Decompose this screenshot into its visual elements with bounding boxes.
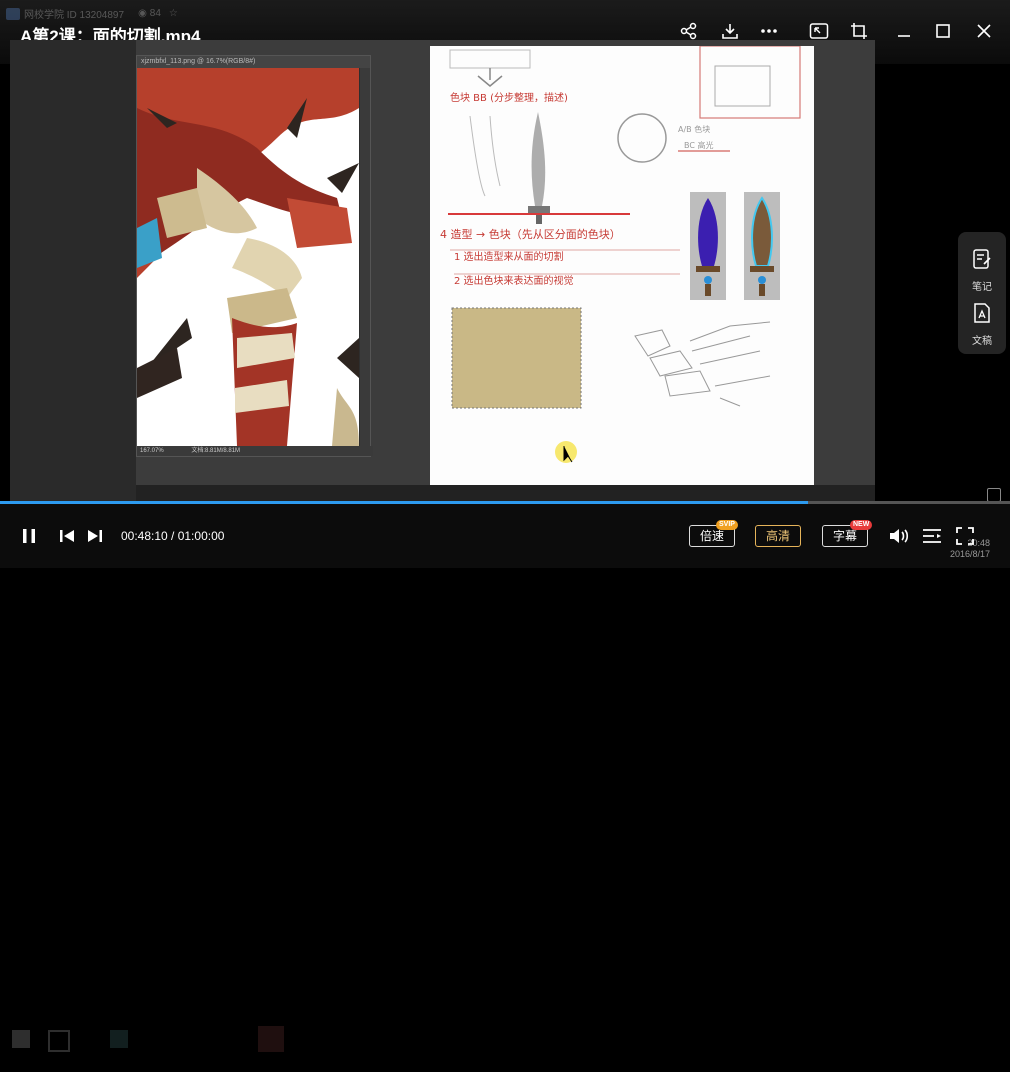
video-frame[interactable]: xjzmbfxl_113.png @ 16.7%(RGB/8#) 167.07%… <box>10 40 875 502</box>
note-e: 1 选出造型来从面的切割 <box>454 252 564 263</box>
svip-badge: SVIP <box>716 520 738 530</box>
note-b: A/B 色块 <box>678 125 711 134</box>
fullscreen-button[interactable] <box>953 525 977 547</box>
new-badge: NEW <box>850 520 873 530</box>
fullscreen-icon <box>956 527 974 545</box>
skip-next-icon <box>88 530 102 542</box>
ghost-taskbar <box>0 1020 1010 1072</box>
ps-status-bar: 167.07% 文档:8.81M/8.81M <box>137 446 373 456</box>
time-display: 00:48:10 / 01:00:00 <box>121 529 225 543</box>
note-d: 4 造型 → 色块（先从区分面的色块） <box>440 228 621 241</box>
pause-button[interactable] <box>18 527 40 545</box>
ps-zoom-readout: 167.07% <box>140 448 164 454</box>
maximize-icon[interactable] <box>930 18 956 44</box>
ps-doc-size: 文档:8.81M/8.81M <box>191 448 241 454</box>
transcript-label: 文稿 <box>972 336 992 347</box>
notes-button[interactable]: 笔记 <box>958 238 1006 294</box>
close-icon[interactable] <box>971 18 997 44</box>
star-icon: ☆ <box>168 8 178 19</box>
recording-bottom-strip <box>136 485 875 502</box>
notes-icon <box>973 249 991 269</box>
speed-label: 倍速 <box>699 529 724 543</box>
subtitle-label: 字幕 <box>832 529 857 543</box>
ghost-header: 网校学院 ID 13204897 ◉ 84 ☆ <box>6 6 178 21</box>
previous-button[interactable] <box>56 527 78 545</box>
transcript-button[interactable]: 文稿 <box>958 292 1006 348</box>
sketch-canvas: 色块 BB (分步整理，描述) A/B 色块 BC 高光 4 造型 → 色块（先… <box>430 46 814 496</box>
photoshop-window: xjzmbfxl_113.png @ 16.7%(RGB/8#) 167.07%… <box>136 55 373 457</box>
video-left-shade <box>10 40 136 502</box>
ps-scrollbar <box>360 68 370 446</box>
transcript-icon <box>974 303 990 323</box>
video-corner-badge <box>987 488 1001 502</box>
quality-button[interactable]: 高清 <box>755 525 801 547</box>
ghost-header-text: 网校学院 ID 13204897 <box>24 10 125 21</box>
pause-icon <box>23 529 35 543</box>
side-panel: 笔记 文稿 <box>958 232 1006 354</box>
eye-icon: ◉ <box>138 8 147 19</box>
home-icon <box>6 7 20 20</box>
volume-icon <box>890 529 909 543</box>
minimize-icon[interactable] <box>891 18 917 44</box>
volume-button[interactable] <box>887 525 911 547</box>
playlist-icon <box>923 529 941 543</box>
quality-label: 高清 <box>765 529 790 543</box>
taskbar-date: 2016/8/17 <box>949 549 990 559</box>
ps-canvas-artwork <box>137 68 359 446</box>
skip-previous-icon <box>60 530 74 542</box>
next-button[interactable] <box>84 527 106 545</box>
playlist-button[interactable] <box>920 525 944 547</box>
note-a: 色块 BB (分步整理，描述) <box>450 93 568 104</box>
note-c: BC 高光 <box>684 141 714 150</box>
notes-label: 笔记 <box>972 282 992 293</box>
note-f: 2 选出色块来表达面的视觉 <box>454 276 574 287</box>
ps-window-title: xjzmbfxl_113.png @ 16.7%(RGB/8#) <box>137 56 370 68</box>
ghost-view-count: 84 <box>149 8 161 19</box>
